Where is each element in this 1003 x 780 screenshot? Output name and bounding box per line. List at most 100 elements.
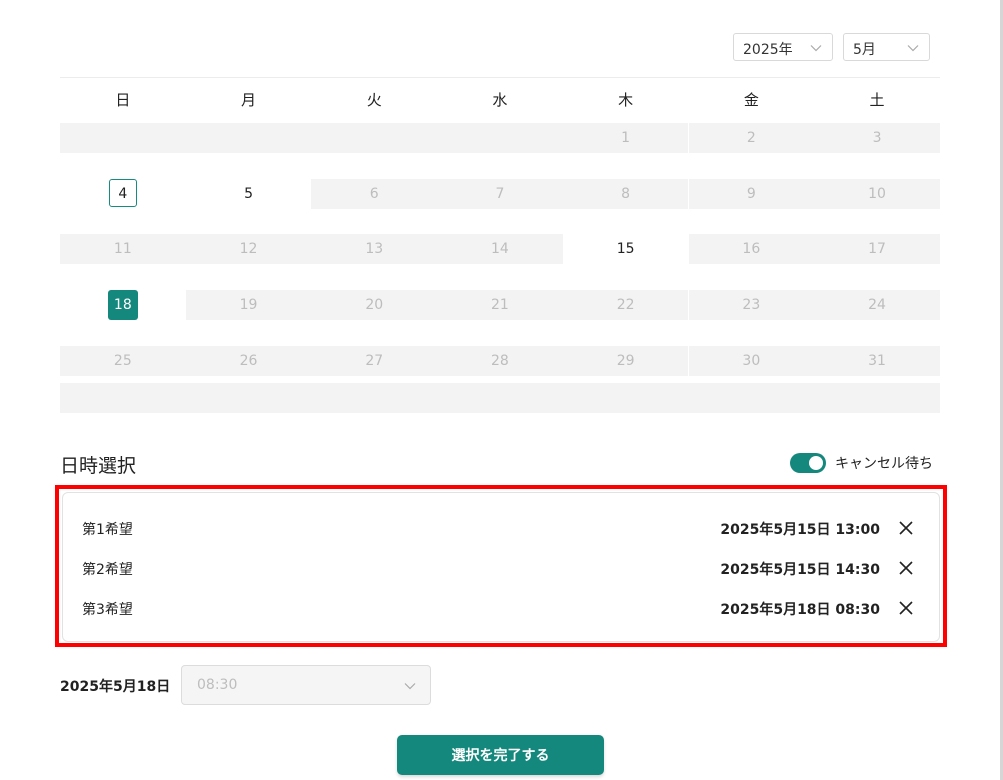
- year-select-value: 2025年: [743, 42, 793, 58]
- weekday-label: 水: [492, 91, 508, 109]
- weekday-header: 日月火水木金土: [60, 89, 940, 111]
- calendar-day-number: 28: [491, 353, 509, 369]
- calendar-day[interactable]: 18: [60, 290, 186, 320]
- calendar-day: 8: [562, 179, 689, 209]
- calendar-day-number: 3: [872, 130, 882, 146]
- calendar-day: 16: [688, 234, 815, 264]
- calendar-day: 31: [814, 346, 940, 376]
- calendar-day: 9: [688, 179, 815, 209]
- calendar-day-number: 14: [491, 241, 509, 257]
- calendar-day-number: 16: [742, 241, 761, 257]
- calendar-day: 20: [311, 290, 438, 320]
- preference-label: 第2希望: [82, 562, 133, 578]
- calendar-day-number: 25: [113, 353, 132, 369]
- calendar-day-number: 23: [742, 297, 761, 313]
- calendar-day-number: 10: [868, 186, 886, 202]
- calendar-day-number: 29: [616, 353, 635, 369]
- calendar-day-number: 7: [495, 186, 505, 202]
- calendar-day: 7: [437, 179, 563, 209]
- month-select-value: 5月: [853, 42, 876, 58]
- calendar-day: [60, 123, 186, 153]
- calendar-day: 19: [185, 290, 312, 320]
- calendar-week-row: 1 2 3: [60, 123, 940, 153]
- calendar-day-number: 1: [621, 130, 631, 146]
- weekday-label: 金: [743, 91, 759, 109]
- calendar-day-number: 12: [239, 241, 258, 257]
- calendar-day: 24: [814, 290, 940, 320]
- calendar-day: 28: [437, 346, 563, 376]
- calendar-day: 22: [562, 290, 689, 320]
- calendar-day-number: 9: [746, 186, 756, 202]
- calendar-day: 2: [688, 123, 815, 153]
- calendar-day: [185, 123, 312, 153]
- calendar-day: 14: [437, 234, 563, 264]
- cancel-wait-toggle[interactable]: [790, 453, 826, 473]
- close-icon[interactable]: [898, 600, 914, 616]
- chevron-down-icon: [404, 683, 416, 690]
- preference-label: 第3希望: [82, 602, 133, 618]
- complete-selection-button[interactable]: 選択を完了する: [397, 735, 604, 775]
- calendar-day: [311, 123, 438, 153]
- preference-row-3: 第3希望 2025年5月18日 08:30: [82, 597, 922, 621]
- calendar-day[interactable]: 15: [563, 234, 689, 264]
- calendar-day: 3: [814, 123, 940, 153]
- calendar-day: 27: [311, 346, 438, 376]
- calendar-day: 29: [562, 346, 689, 376]
- calendar-day: 23: [688, 290, 815, 320]
- year-select[interactable]: 2025年: [733, 33, 833, 61]
- calendar-day[interactable]: 4: [60, 179, 186, 209]
- calendar-day-number: 6: [369, 186, 379, 202]
- calendar-day: 11: [60, 234, 186, 264]
- weekday-label: 月: [241, 91, 257, 109]
- selected-date-label: 2025年5月18日: [60, 679, 171, 695]
- calendar-day-number: 11: [113, 241, 132, 257]
- toggle-knob: [809, 456, 823, 470]
- calendar-day: 25: [60, 346, 186, 376]
- calendar-day-number: 8: [621, 186, 631, 202]
- calendar-day: 1: [562, 123, 689, 153]
- preference-label: 第1希望: [82, 522, 133, 538]
- weekday-label: 火: [366, 91, 382, 109]
- preference-datetime: 2025年5月15日 13:00: [720, 522, 880, 538]
- calendar-day-number: 21: [491, 297, 509, 313]
- calendar-day: 17: [814, 234, 940, 264]
- calendar-day-number: 4: [108, 179, 137, 207]
- calendar-day-number: 19: [239, 297, 258, 313]
- calendar-day-number: 17: [868, 241, 886, 257]
- calendar-day: 10: [814, 179, 940, 209]
- calendar-day[interactable]: 5: [186, 179, 312, 209]
- header-divider: [60, 77, 940, 78]
- calendar-day: 12: [185, 234, 312, 264]
- calendar-week-row: 25 26 27 28 29 30 31: [60, 346, 940, 376]
- calendar-day-number: 24: [868, 297, 886, 313]
- time-select-value: 08:30: [197, 677, 238, 693]
- calendar-day: 13: [311, 234, 438, 264]
- calendar-day-number: 22: [616, 297, 635, 313]
- preference-row-1: 第1希望 2025年5月15日 13:00: [82, 517, 922, 541]
- calendar-day-number: 20: [365, 297, 384, 313]
- weekday-label: 木: [618, 91, 634, 109]
- calendar-day-number: 5: [244, 186, 253, 202]
- calendar-day: 6: [311, 179, 438, 209]
- calendar-day-number: 30: [742, 353, 761, 369]
- preference-datetime: 2025年5月15日 14:30: [720, 562, 880, 578]
- preference-row-2: 第2希望 2025年5月15日 14:30: [82, 557, 922, 581]
- calendar-day-number: 26: [239, 353, 258, 369]
- calendar-week-row: 18 19 20 21 22 23 24: [60, 290, 940, 320]
- calendar-day: 26: [185, 346, 312, 376]
- calendar-empty-row: [60, 383, 940, 413]
- preference-datetime: 2025年5月18日 08:30: [720, 602, 880, 618]
- close-icon[interactable]: [898, 560, 914, 576]
- month-select[interactable]: 5月: [843, 33, 930, 61]
- chevron-down-icon: [810, 45, 822, 52]
- time-select[interactable]: 08:30: [181, 665, 431, 705]
- calendar-day-number: 2: [746, 130, 756, 146]
- calendar-day-number: 31: [868, 353, 886, 369]
- section-title: 日時選択: [60, 455, 137, 477]
- weekday-label: 日: [115, 91, 131, 109]
- calendar-day-number: 15: [616, 241, 635, 257]
- calendar-week-row: 11 12 13 14 15 16 17: [60, 234, 940, 264]
- calendar-day-number: 27: [365, 353, 384, 369]
- calendar-day-number: 13: [365, 241, 384, 257]
- close-icon[interactable]: [898, 520, 914, 536]
